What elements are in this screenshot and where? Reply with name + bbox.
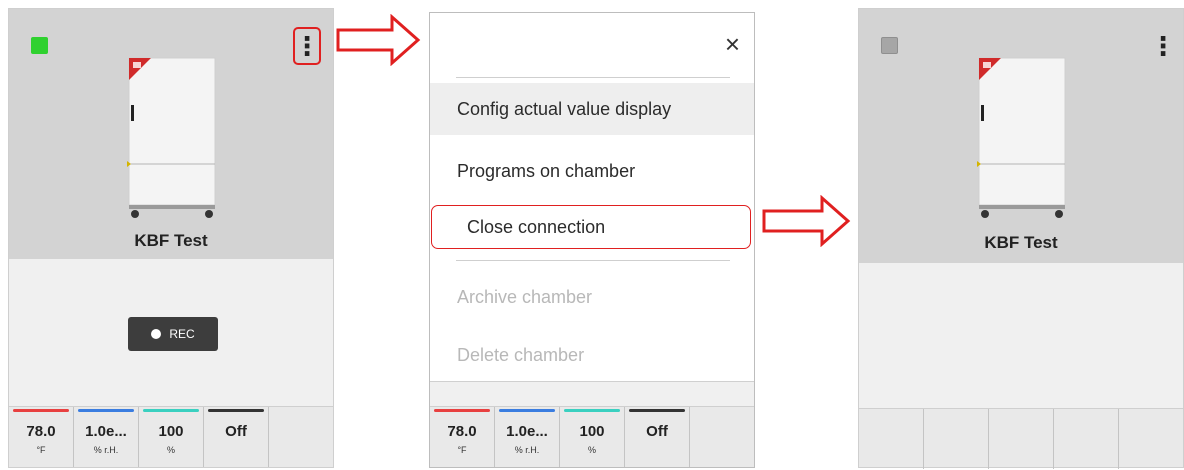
chamber-card-header: ⋮ KBF Test bbox=[859, 9, 1183, 263]
readout-unit: °F bbox=[36, 445, 46, 455]
readout-switch[interactable]: Off bbox=[625, 407, 690, 467]
fan-bar bbox=[143, 409, 199, 412]
chamber-image bbox=[977, 57, 1066, 218]
record-label: REC bbox=[169, 327, 195, 341]
readout-value: Off bbox=[646, 423, 668, 440]
readout-value: 78.0 bbox=[26, 423, 56, 440]
readout-slot bbox=[1054, 409, 1119, 469]
chamber-name: KBF Test bbox=[984, 233, 1058, 252]
readout-value: 100 bbox=[579, 423, 605, 440]
readout-unit: °F bbox=[457, 445, 467, 455]
humidity-bar bbox=[499, 409, 555, 412]
menu-item-close-connection[interactable]: Close connection bbox=[430, 201, 754, 253]
readout-slot bbox=[859, 409, 924, 469]
readout-fan[interactable]: 100 % bbox=[560, 407, 625, 467]
readout-value: 1.0e... bbox=[85, 423, 127, 440]
switch-bar bbox=[208, 409, 264, 412]
readout-slot bbox=[1119, 409, 1183, 469]
readout-slot bbox=[924, 409, 989, 469]
chamber-image bbox=[127, 57, 216, 218]
menu-item-config-display[interactable]: Config actual value display bbox=[430, 83, 754, 135]
readout-bar: 78.0 °F 1.0e... % r.H. 100 % Off bbox=[9, 406, 333, 467]
fan-bar bbox=[564, 409, 620, 412]
readout-humidity[interactable]: 1.0e... % r.H. bbox=[74, 407, 139, 467]
humidity-bar bbox=[78, 409, 134, 412]
context-menu: × Config actual value display Programs o… bbox=[430, 13, 754, 382]
readout-unit: % r.H. bbox=[514, 445, 540, 455]
right-arrow-icon bbox=[762, 195, 851, 247]
readout-value: 78.0 bbox=[447, 423, 477, 440]
chamber-card-disconnected: ⋮ KBF Test bbox=[858, 8, 1184, 469]
readout-bar-empty bbox=[859, 408, 1183, 469]
readout-value: Off bbox=[225, 423, 247, 440]
chamber-name: KBF Test bbox=[134, 231, 208, 250]
chamber-card-header: ⋮ KBF Test bbox=[9, 9, 333, 259]
readout-slot bbox=[989, 409, 1054, 469]
divider bbox=[456, 260, 730, 261]
status-indicator-disconnected bbox=[881, 37, 898, 54]
menu-item-programs[interactable]: Programs on chamber bbox=[430, 145, 754, 197]
readout-unit: % bbox=[587, 445, 596, 455]
menu-item-archive: Archive chamber bbox=[457, 286, 593, 307]
readout-fan[interactable]: 100 % bbox=[139, 407, 204, 467]
temperature-bar bbox=[434, 409, 490, 412]
readout-humidity[interactable]: 1.0e... % r.H. bbox=[495, 407, 560, 467]
readout-switch[interactable]: Off bbox=[204, 407, 269, 467]
record-button[interactable]: REC bbox=[128, 317, 218, 351]
chamber-card-menu-open: × Config actual value display Programs o… bbox=[429, 12, 755, 468]
readout-unit: % bbox=[166, 445, 175, 455]
more-options-icon[interactable]: ⋮ bbox=[293, 27, 321, 65]
divider bbox=[456, 77, 730, 78]
chamber-card-connected: ⋮ KBF Test REC 78.0 °F 1.0e... % r.H. 10… bbox=[8, 8, 334, 468]
readout-value: 1.0e... bbox=[506, 423, 548, 440]
more-options-icon[interactable]: ⋮ bbox=[1149, 27, 1177, 65]
record-icon bbox=[151, 329, 162, 339]
readout-temperature[interactable]: 78.0 °F bbox=[430, 407, 495, 467]
close-icon[interactable]: × bbox=[725, 31, 740, 57]
readout-unit: % r.H. bbox=[93, 445, 119, 455]
readout-temperature[interactable]: 78.0 °F bbox=[9, 407, 74, 467]
readout-bar: 78.0 °F 1.0e... % r.H. 100 % Off bbox=[430, 406, 754, 467]
readout-empty bbox=[690, 407, 754, 467]
menu-item-delete: Delete chamber bbox=[457, 344, 585, 365]
status-indicator-connected bbox=[31, 37, 48, 54]
temperature-bar bbox=[13, 409, 69, 412]
readout-value: 100 bbox=[158, 423, 184, 440]
switch-bar bbox=[629, 409, 685, 412]
right-arrow-icon bbox=[336, 14, 421, 66]
readout-empty bbox=[269, 407, 333, 467]
